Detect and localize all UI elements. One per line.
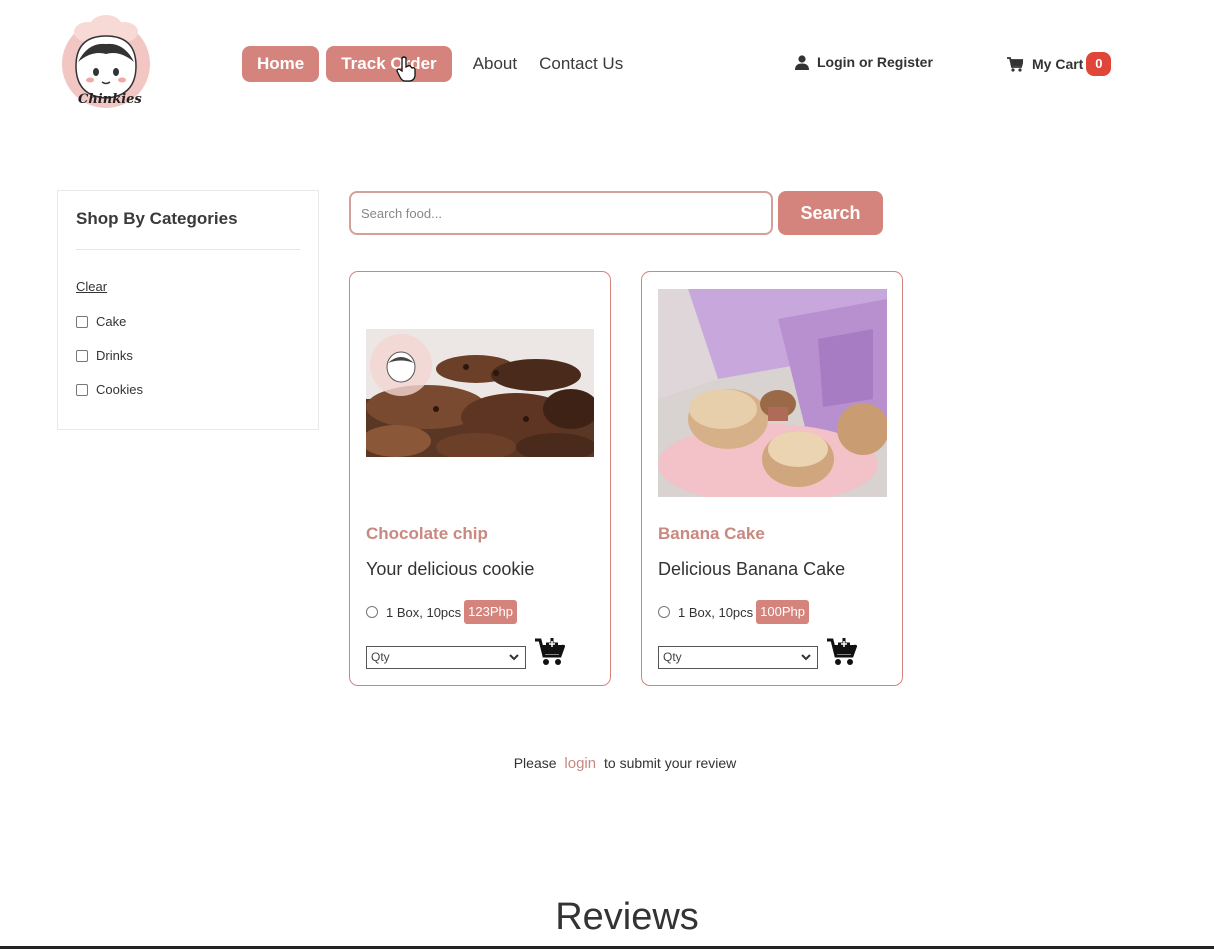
qty-value: Qty xyxy=(663,650,682,664)
add-to-cart-button[interactable] xyxy=(535,638,566,671)
category-label: Drinks xyxy=(96,348,133,363)
category-cookies[interactable]: Cookies xyxy=(76,382,143,397)
category-drinks[interactable]: Drinks xyxy=(76,348,133,363)
category-label: Cookies xyxy=(96,382,143,397)
hand-cursor-icon xyxy=(396,56,416,87)
price-badge: 100Php xyxy=(756,600,809,624)
sidebar-divider xyxy=(76,249,300,250)
sidebar-title: Shop By Categories xyxy=(76,209,238,228)
nav-contact-us[interactable]: Contact Us xyxy=(539,46,623,82)
product-name[interactable]: Banana Cake xyxy=(658,524,765,544)
product-card-chocolate-chip: Chocolate chip Your delicious cookie 1 B… xyxy=(349,271,611,686)
review-login-prompt: Please login to submit your review xyxy=(0,755,1214,772)
add-to-cart-icon xyxy=(827,638,858,665)
cart-icon xyxy=(1007,56,1023,72)
chevron-down-icon xyxy=(509,654,519,661)
product-description: Delicious Banana Cake xyxy=(658,559,846,579)
chinkies-logo[interactable]: Chinkies xyxy=(58,14,154,112)
option-label: 1 Box, 10pcs xyxy=(386,604,462,620)
review-prompt-before: Please xyxy=(513,755,557,771)
logo-text: Chinkies xyxy=(78,92,142,107)
product-option[interactable]: 1 Box, 10pcs 100Php xyxy=(658,600,809,624)
quantity-select[interactable]: Qty xyxy=(366,646,526,669)
add-to-cart-icon xyxy=(535,638,566,665)
add-to-cart-button[interactable] xyxy=(827,638,858,671)
category-cake-checkbox[interactable] xyxy=(76,315,88,328)
cart-count-badge: 0 xyxy=(1086,52,1112,76)
clear-filter-link[interactable]: Clear xyxy=(76,279,107,294)
main-nav: Home Track Order About Contact Us xyxy=(242,46,645,82)
category-cake[interactable]: Cake xyxy=(76,314,126,329)
user-icon xyxy=(795,54,809,70)
cart-label: My Cart xyxy=(1032,56,1084,72)
chevron-down-icon xyxy=(801,654,811,661)
review-login-link[interactable]: login xyxy=(564,755,596,772)
category-cookies-checkbox[interactable] xyxy=(76,383,88,396)
search-button[interactable]: Search xyxy=(778,191,883,235)
product-card-banana-cake: Banana Cake Delicious Banana Cake 1 Box,… xyxy=(641,271,903,686)
search-input[interactable] xyxy=(349,191,773,235)
category-label: Cake xyxy=(96,314,127,329)
product-name[interactable]: Chocolate chip xyxy=(366,524,488,544)
nav-home[interactable]: Home xyxy=(242,46,320,82)
review-prompt-after: to submit your review xyxy=(604,755,737,771)
product-image-cookies[interactable] xyxy=(366,329,594,457)
category-drinks-checkbox[interactable] xyxy=(76,349,88,362)
login-register-link[interactable]: Login or Register xyxy=(795,54,933,70)
option-radio[interactable] xyxy=(366,606,378,618)
qty-value: Qty xyxy=(371,650,390,664)
quantity-select[interactable]: Qty xyxy=(658,646,818,669)
nav-track-order[interactable]: Track Order xyxy=(326,46,452,82)
price-badge: 123Php xyxy=(464,600,517,624)
category-sidebar: Shop By Categories Clear Cake Drinks Coo… xyxy=(57,190,319,430)
option-label: 1 Box, 10pcs xyxy=(678,604,754,620)
option-radio[interactable] xyxy=(658,606,670,618)
login-label: Login or Register xyxy=(817,54,933,70)
product-option[interactable]: 1 Box, 10pcs 123Php xyxy=(366,600,517,624)
product-description: Your delicious cookie xyxy=(366,559,535,579)
reviews-heading: Reviews xyxy=(555,896,699,938)
nav-about[interactable]: About xyxy=(473,46,517,82)
product-image-banana-cake[interactable] xyxy=(658,289,887,497)
my-cart-link[interactable]: My Cart 0 xyxy=(1007,52,1112,76)
